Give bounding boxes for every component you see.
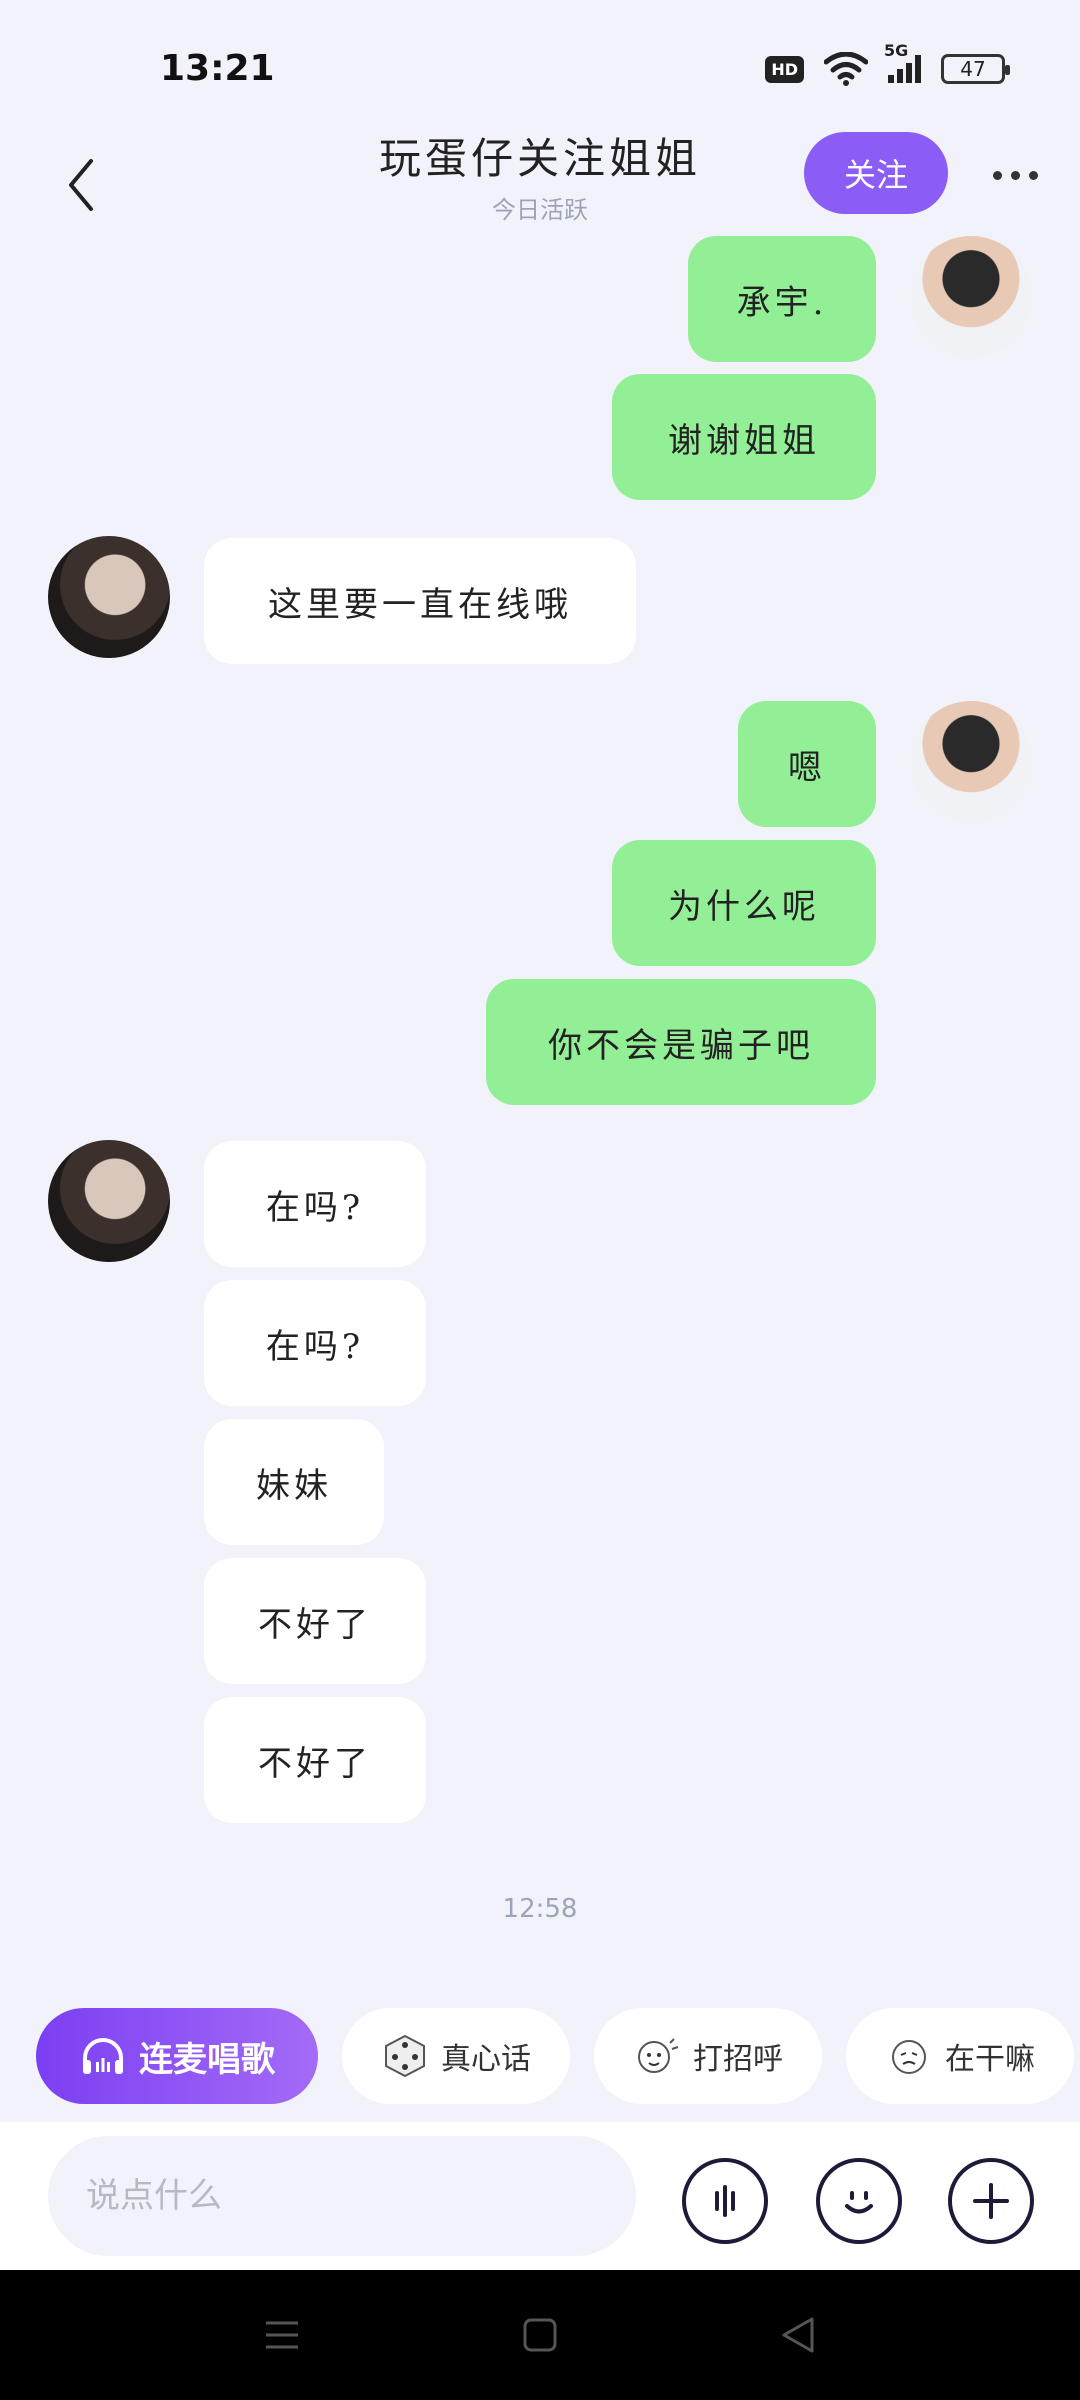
status-time: 13:21: [160, 48, 275, 89]
status-bar: 13:21 HD 5G 47: [0, 0, 1080, 130]
face-icon: [885, 2032, 933, 2080]
status-icons: HD 5G 47: [765, 41, 1010, 86]
contact-avatar[interactable]: [48, 1140, 170, 1262]
wave-icon: [633, 2032, 681, 2080]
battery-level: 47: [960, 57, 986, 81]
my-message[interactable]: 嗯: [738, 701, 876, 827]
voice-wave-icon: [715, 2185, 735, 2217]
menu-icon: [266, 2321, 298, 2349]
voice-button[interactable]: [682, 2158, 768, 2244]
chip-label: 连麦唱歌: [139, 2039, 275, 2080]
hd-icon: HD: [765, 55, 804, 83]
contact-message[interactable]: 在吗?: [204, 1280, 426, 1406]
my-avatar[interactable]: [910, 701, 1032, 823]
message-timestamp: 12:58: [502, 1894, 578, 1924]
system-nav-bar: [0, 2270, 1080, 2400]
quick-reply-bar: 连麦唱歌 真心话 打招呼 在干嘛: [0, 2008, 1080, 2108]
triangle-back-icon: [782, 2317, 814, 2353]
my-message[interactable]: 为什么呢: [612, 840, 876, 966]
chip-label: 在干嘛: [945, 2042, 1035, 2077]
chip-truth[interactable]: 真心话: [342, 2008, 570, 2104]
chip-label: 打招呼: [693, 2042, 783, 2077]
plus-icon: [973, 2183, 1009, 2219]
more-dot-icon: [1028, 170, 1038, 180]
more-dot-icon: [992, 170, 1002, 180]
home-nav-button[interactable]: [510, 2310, 570, 2360]
chip-label: 真心话: [441, 2042, 531, 2077]
contact-message[interactable]: 这里要一直在线哦: [204, 538, 636, 664]
contact-message[interactable]: 妹妹: [204, 1419, 384, 1545]
my-avatar[interactable]: [910, 236, 1032, 358]
smiley-icon: [845, 2191, 873, 2214]
wifi-icon: [824, 52, 868, 86]
chip-greet[interactable]: 打招呼: [594, 2008, 822, 2104]
headphones-icon: [79, 2032, 127, 2080]
contact-message[interactable]: 不好了: [204, 1558, 426, 1684]
network-type: 5G: [884, 41, 909, 60]
follow-button[interactable]: 关注: [804, 132, 948, 214]
contact-message[interactable]: 不好了: [204, 1697, 426, 1823]
message-list[interactable]: 承宇. 谢谢姐姐 这里要一直在线哦 嗯 为什么呢 你不会是骗子吧 在吗? 在吗?…: [0, 236, 1080, 1980]
more-options-button[interactable]: [980, 150, 1050, 200]
my-message[interactable]: 承宇.: [688, 236, 876, 362]
battery-icon: 47: [941, 54, 1010, 84]
home-square-icon: [523, 2318, 557, 2352]
dice-icon: [381, 2032, 429, 2080]
signal-icon: 5G: [884, 41, 921, 83]
back-nav-button[interactable]: [768, 2310, 828, 2360]
chat-header: 玩蛋仔关注姐姐 今日活跃 关注: [0, 120, 1080, 240]
emoji-button[interactable]: [816, 2158, 902, 2244]
message-input[interactable]: [48, 2136, 636, 2256]
contact-avatar[interactable]: [48, 536, 170, 658]
more-dot-icon: [1010, 170, 1020, 180]
my-message[interactable]: 你不会是骗子吧: [486, 979, 876, 1105]
composer-bar: [0, 2122, 1080, 2270]
add-attachment-button[interactable]: [948, 2158, 1034, 2244]
chip-what-doing[interactable]: 在干嘛: [846, 2008, 1074, 2104]
menu-nav-button[interactable]: [252, 2310, 312, 2360]
chip-sing-together[interactable]: 连麦唱歌: [36, 2008, 318, 2104]
contact-message[interactable]: 在吗?: [204, 1141, 426, 1267]
my-message[interactable]: 谢谢姐姐: [612, 374, 876, 500]
